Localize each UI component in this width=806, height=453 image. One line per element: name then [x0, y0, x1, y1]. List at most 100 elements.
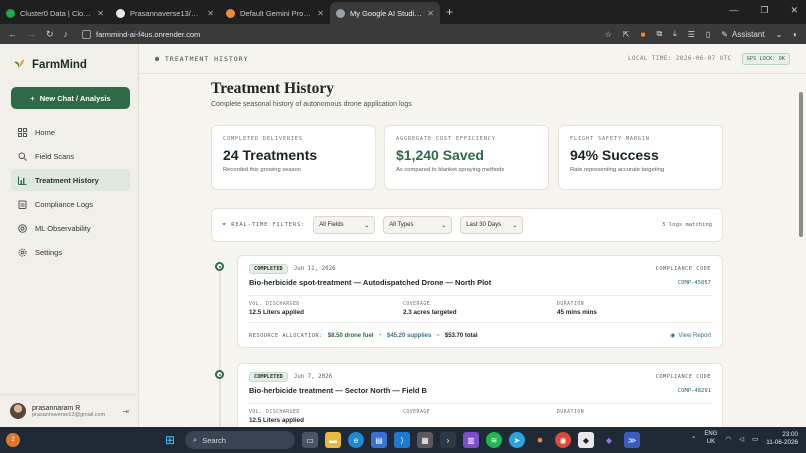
filter-funnel-icon: ⏷: [222, 221, 228, 228]
browser-tab-2[interactable]: Prasannaverse13/Farmmi ✕: [110, 2, 220, 24]
eye-icon: ◉: [670, 333, 676, 339]
fuel-cost: $8.50 drone fuel: [327, 332, 374, 339]
github-desktop-icon[interactable]: ◆: [578, 432, 594, 448]
close-tab-icon[interactable]: ✕: [97, 9, 104, 18]
local-time: LOCAL TIME: 2026-06-07 UTC: [627, 55, 732, 62]
close-tab-icon[interactable]: ✕: [207, 9, 214, 18]
maximize-icon[interactable]: ❐: [760, 5, 768, 16]
scrollbar-thumb[interactable]: [799, 92, 803, 237]
terminal-icon[interactable]: ›: [440, 432, 456, 448]
weather-widget[interactable]: 2: [6, 433, 20, 447]
clipboard-icon: [18, 200, 27, 210]
vscode-icon[interactable]: ⟩: [394, 432, 410, 448]
filter-label-text: REAL-TIME FILTERS:: [231, 222, 306, 228]
puzzle-icon[interactable]: ⧉: [656, 29, 662, 39]
card-label: COMPLETED DELIVERIES: [223, 136, 303, 142]
compliance-code[interactable]: COMP-48291: [678, 388, 711, 394]
new-tab-icon[interactable]: +: [446, 5, 453, 19]
taskbar-search[interactable]: ⌕ Search: [185, 431, 295, 449]
sidebar-item-label: Settings: [35, 248, 63, 258]
extension-icon[interactable]: ■: [641, 30, 646, 39]
calculator-icon[interactable]: ▦: [417, 432, 433, 448]
share-icon[interactable]: ⇱: [623, 30, 630, 39]
taskbar: 2 ⊞ ⌕ Search ▭ ▬ e ▤ ⟩ ▦ › ▥ ≋ ➤ ✸ ◉ ◆ ◆…: [0, 427, 806, 453]
view-report-link[interactable]: ◉ View Report: [670, 332, 711, 340]
assistant-label: Assistant: [731, 29, 765, 39]
close-tab-icon[interactable]: ✕: [317, 9, 324, 18]
obsidian-icon[interactable]: ◆: [601, 432, 617, 448]
clock-date: 11-06-2026: [766, 439, 798, 447]
scrollbar[interactable]: [799, 74, 803, 424]
stat-coverage: COVERAGE 2.3 acres targeted: [403, 302, 557, 316]
spotify-icon[interactable]: ≋: [486, 432, 502, 448]
profile-icon[interactable]: ◐: [793, 30, 798, 39]
battery-icon[interactable]: ▭: [752, 435, 758, 443]
compliance-code[interactable]: COMP-45057: [678, 280, 711, 286]
sidebar-item-compliance-logs[interactable]: Compliance Logs: [11, 194, 130, 216]
sidebar-item-field-scans[interactable]: Field Scans: [11, 145, 130, 167]
chevron-down-icon: ⌄: [512, 222, 518, 229]
forward-icon[interactable]: →: [27, 29, 36, 39]
close-window-icon[interactable]: ✕: [790, 5, 798, 16]
page-subtitle: Complete seasonal history of autonomous …: [211, 101, 412, 108]
volume-icon[interactable]: ◁: [739, 435, 744, 443]
compliance-label: COMPLIANCE CODE: [655, 266, 711, 272]
stat-label: COVERAGE: [403, 302, 431, 307]
tab-label: My Google AI Studio App: [350, 8, 422, 18]
reload-icon[interactable]: ↻: [46, 29, 54, 40]
user-email: prasannaverse13@gmail.com: [32, 411, 106, 418]
sidebar-item-treatment-history[interactable]: Treatment History: [11, 169, 130, 192]
back-icon[interactable]: ←: [8, 29, 17, 39]
download-icon[interactable]: ⤓: [673, 29, 677, 39]
language-indicator[interactable]: ENG UK: [704, 431, 717, 447]
card-note: As compared to blanket spraying methods: [396, 167, 505, 173]
sidebar-item-settings[interactable]: Settings: [11, 242, 130, 264]
minimize-icon[interactable]: —: [729, 5, 738, 16]
visual-studio-icon[interactable]: ▥: [463, 432, 479, 448]
chrome-icon[interactable]: ◉: [555, 432, 571, 448]
browser-tab-4-active[interactable]: My Google AI Studio App ✕: [330, 2, 440, 24]
sidebar-item-home[interactable]: Home: [11, 121, 130, 143]
browser-tab-3[interactable]: Default Gemini Project - A ✕: [220, 2, 330, 24]
user-profile[interactable]: prasannaram R prasannaverse13@gmail.com …: [0, 394, 139, 427]
logout-icon[interactable]: ⇥: [122, 407, 129, 416]
bug-icon[interactable]: ✸: [532, 432, 548, 448]
card-note: Recorded this growing season: [223, 167, 301, 173]
url-field[interactable]: farmmind-ai-f4us.onrender.com: [82, 29, 200, 39]
store-icon[interactable]: ▤: [371, 432, 387, 448]
voice-icon[interactable]: ♪: [64, 29, 69, 39]
powershell-icon[interactable]: ≫: [624, 432, 640, 448]
menu-list-icon[interactable]: ☰: [688, 30, 695, 39]
stat-value: 12.5 Liters applied: [249, 417, 304, 424]
windows-start-icon[interactable]: ⊞: [162, 432, 178, 448]
grid-icon: [18, 127, 27, 137]
site-info-icon[interactable]: [82, 29, 92, 39]
file-explorer-icon[interactable]: ▬: [325, 432, 341, 448]
types-select[interactable]: All Types ⌄: [383, 216, 453, 234]
globe-icon: [336, 8, 345, 18]
wifi-icon[interactable]: ◠: [725, 435, 731, 443]
page-title: Treatment History: [211, 80, 334, 97]
tray-overflow-icon[interactable]: ⌃: [691, 435, 696, 443]
telegram-icon[interactable]: ➤: [509, 432, 525, 448]
status-badge: COMPLETED: [249, 372, 288, 382]
edge-icon[interactable]: e: [348, 432, 364, 448]
browser-tab-1[interactable]: Cluster0 Data | Cloud: Mo ✕: [0, 2, 110, 24]
new-chat-button[interactable]: + New Chat / Analysis: [11, 87, 130, 109]
sidebar-item-ml-observability[interactable]: ML Observability: [11, 218, 130, 240]
stat-volume: VOL. DISCHARGED 12.5 Liters applied: [249, 302, 403, 316]
gps-status-badge: GPS LOCK: OK: [741, 52, 790, 65]
split-icon[interactable]: ▯: [706, 30, 710, 39]
date-range-select[interactable]: Last 30 Days ⌄: [460, 216, 524, 234]
card-label: FLIGHT SAFETY MARGIN: [570, 136, 650, 142]
top-status-bar: TREATMENT HISTORY LOCAL TIME: 2026-06-07…: [139, 44, 806, 74]
close-tab-icon[interactable]: ✕: [427, 9, 434, 18]
brand[interactable]: FarmMind: [13, 58, 87, 71]
separator-equals: =: [436, 332, 440, 339]
bookmark-star-icon[interactable]: ☆: [605, 30, 612, 39]
task-view-icon[interactable]: ▭: [302, 432, 318, 448]
clock[interactable]: 23:00 11-06-2026: [766, 431, 798, 447]
fields-select[interactable]: All Fields ⌄: [313, 216, 376, 234]
chevron-down-icon[interactable]: ⌄: [775, 30, 782, 39]
assistant-button[interactable]: ✎ Assistant: [721, 30, 764, 39]
